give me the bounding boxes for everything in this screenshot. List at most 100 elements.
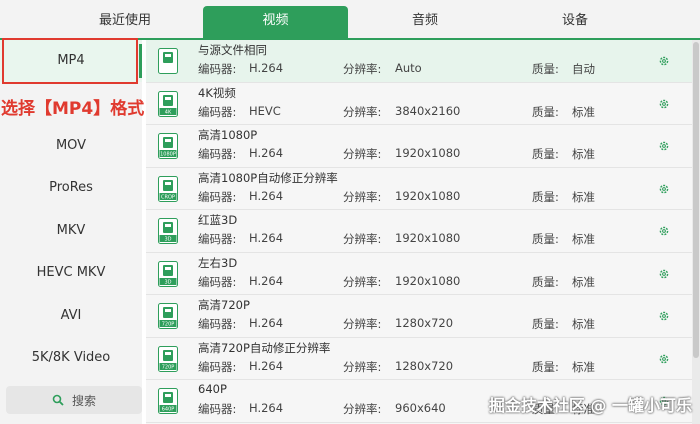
gear-icon[interactable] [658, 183, 670, 195]
encoder-value: H.264 [249, 316, 284, 330]
quality-label: 质量: [532, 104, 559, 119]
preset-title: 红蓝3D [198, 213, 238, 227]
svg-text:CROP: CROP [161, 194, 175, 200]
resolution-label: 分辨率: [343, 104, 382, 119]
3d-icon: 3D [158, 218, 178, 244]
preset-row[interactable]: 720P 高清720P 编码器: H.264 分辨率: 1280x720 质量: 标准 [146, 295, 692, 338]
preset-title: 高清720P自动修正分辨率 [198, 340, 331, 355]
encoder-label: 编码器: [198, 189, 237, 204]
720p-icon: 720P [158, 303, 178, 329]
gear-icon[interactable] [658, 225, 670, 237]
resolution-value: 1920x1080 [395, 188, 461, 203]
encoder-value: H.264 [249, 358, 284, 373]
quality-value: 标准 [572, 274, 595, 289]
preset-list: 与源文件相同 编码器: H.264 分辨率: Auto 质量: 自动 4K 4K视频 编码器: HE… [146, 40, 692, 424]
sidebar-item-5k8k-video[interactable]: 5K/8K Video [0, 337, 142, 379]
encoder-label: 编码器: [198, 274, 237, 289]
tab-device[interactable]: 设备 [510, 6, 640, 40]
gear-icon[interactable] [658, 310, 670, 322]
quality-value: 标准 [572, 104, 595, 119]
resolution-label: 分辨率: [343, 232, 382, 246]
resolution-value: 1280x720 [395, 358, 454, 373]
quality-label: 质量: [532, 274, 559, 289]
encoder-value: H.264 [249, 273, 284, 288]
tab-audio[interactable]: 音频 [360, 6, 490, 40]
sidebar-item-prores[interactable]: ProRes [0, 167, 142, 209]
sidebar-item-hevc-mkv[interactable]: HEVC MKV [0, 252, 142, 294]
search-input[interactable]: 搜索 [6, 386, 142, 414]
svg-text:640P: 640P [162, 407, 175, 413]
mp4-highlight-box [2, 38, 138, 84]
resolution-label: 分辨率: [343, 317, 382, 331]
gear-icon[interactable] [658, 98, 670, 110]
search-label: 搜索 [71, 393, 96, 408]
3d-icon: 3D [158, 260, 178, 287]
resolution-value: 3840x2160 [395, 103, 461, 118]
list-scrollbar[interactable] [692, 40, 700, 424]
quality-label: 质量: [532, 62, 559, 76]
preset-row[interactable]: 4K 4K视频 编码器: HEVC 分辨率: 3840x2160 质量: 标准 [146, 83, 692, 125]
scroll-thumb[interactable] [693, 42, 699, 358]
watermark-text: 掘金技术社区 @ 一罐小可乐 [488, 396, 692, 415]
encoder-value: H.264 [249, 146, 284, 160]
quality-label: 质量: [532, 317, 559, 331]
annotation-text: 选择【MP4】格式 [1, 99, 145, 119]
encoder-value: H.264 [249, 61, 284, 75]
quality-value: 标准 [572, 232, 595, 246]
encoder-label: 编码器: [198, 232, 237, 246]
svg-text:3D: 3D [164, 279, 171, 285]
sidebar-item-mkv[interactable]: MKV [0, 210, 142, 252]
resolution-value: 1280x720 [395, 316, 454, 330]
preset-row[interactable]: CROP 高清1080P自动修正分辨率 编码器: H.264 分辨率: 1920x1080… [146, 168, 692, 210]
resolution-label: 分辨率: [343, 402, 382, 416]
quality-value: 标准 [572, 147, 595, 161]
tab-recent[interactable]: 最近使用 [60, 6, 190, 40]
encoder-label: 编码器: [198, 359, 237, 374]
svg-text:4K: 4K [165, 109, 172, 115]
format-tabs: 最近使用 视频 音频 设备 [0, 0, 700, 40]
resolution-value: 1920x1080 [395, 231, 461, 245]
preset-row[interactable]: 与源文件相同 编码器: H.264 分辨率: Auto 质量: 自动 [146, 40, 692, 83]
tab-video[interactable]: 视频 [203, 6, 348, 40]
720p-icon: 720P [158, 345, 178, 372]
resolution-value: Auto [395, 61, 422, 75]
1080p-crop-icon: CROP [158, 175, 178, 202]
resolution-value: 1920x1080 [395, 273, 461, 288]
preset-row[interactable]: 3D 红蓝3D 编码器: H.264 分辨率: 1920x1080 质量: 标准 [146, 210, 692, 253]
gear-icon[interactable] [658, 140, 670, 152]
preset-title: 左右3D [198, 255, 238, 270]
quality-value: 标准 [572, 359, 595, 374]
preset-row[interactable]: 3D 左右3D 编码器: H.264 分辨率: 1920x1080 质量: 标准 [146, 253, 692, 295]
sidebar-item-avi[interactable]: AVI [0, 295, 142, 337]
1080p-icon: 1080P [158, 133, 178, 159]
svg-text:1080P: 1080P [160, 152, 176, 158]
resolution-value: 960x640 [395, 401, 446, 415]
resolution-label: 分辨率: [343, 359, 382, 374]
gear-icon[interactable] [658, 268, 670, 280]
resolution-label: 分辨率: [343, 62, 382, 76]
preset-row[interactable]: 720P 高清720P自动修正分辨率 编码器: H.264 分辨率: 1280x720 质量… [146, 338, 692, 380]
resolution-value: 1920x1080 [395, 146, 461, 160]
640p-icon: 640P [158, 388, 178, 414]
encoder-label: 编码器: [198, 62, 237, 76]
encoder-label: 编码器: [198, 317, 237, 331]
gear-icon[interactable] [658, 55, 670, 67]
sidebar-item-mov[interactable]: MOV [0, 125, 142, 167]
encoder-value: H.264 [249, 401, 284, 415]
same-as-source-icon [158, 48, 178, 74]
encoder-label: 编码器: [198, 147, 237, 161]
preset-row[interactable]: 1080P 高清1080P 编码器: H.264 分辨率: 1920x1080 质量: 标准 [146, 125, 692, 168]
svg-text:3D: 3D [164, 237, 171, 243]
search-icon [52, 394, 64, 406]
encoder-label: 编码器: [198, 402, 237, 416]
svg-text:720P: 720P [162, 364, 175, 370]
resolution-label: 分辨率: [343, 274, 382, 289]
preset-title: 4K视频 [198, 85, 236, 100]
quality-label: 质量: [532, 232, 559, 246]
preset-title: 高清720P [198, 298, 250, 312]
gear-icon[interactable] [658, 353, 670, 365]
quality-value: 标准 [572, 189, 595, 204]
quality-value: 标准 [572, 317, 595, 331]
4k-video-icon: 4K [158, 90, 178, 117]
svg-text:720P: 720P [162, 322, 175, 328]
